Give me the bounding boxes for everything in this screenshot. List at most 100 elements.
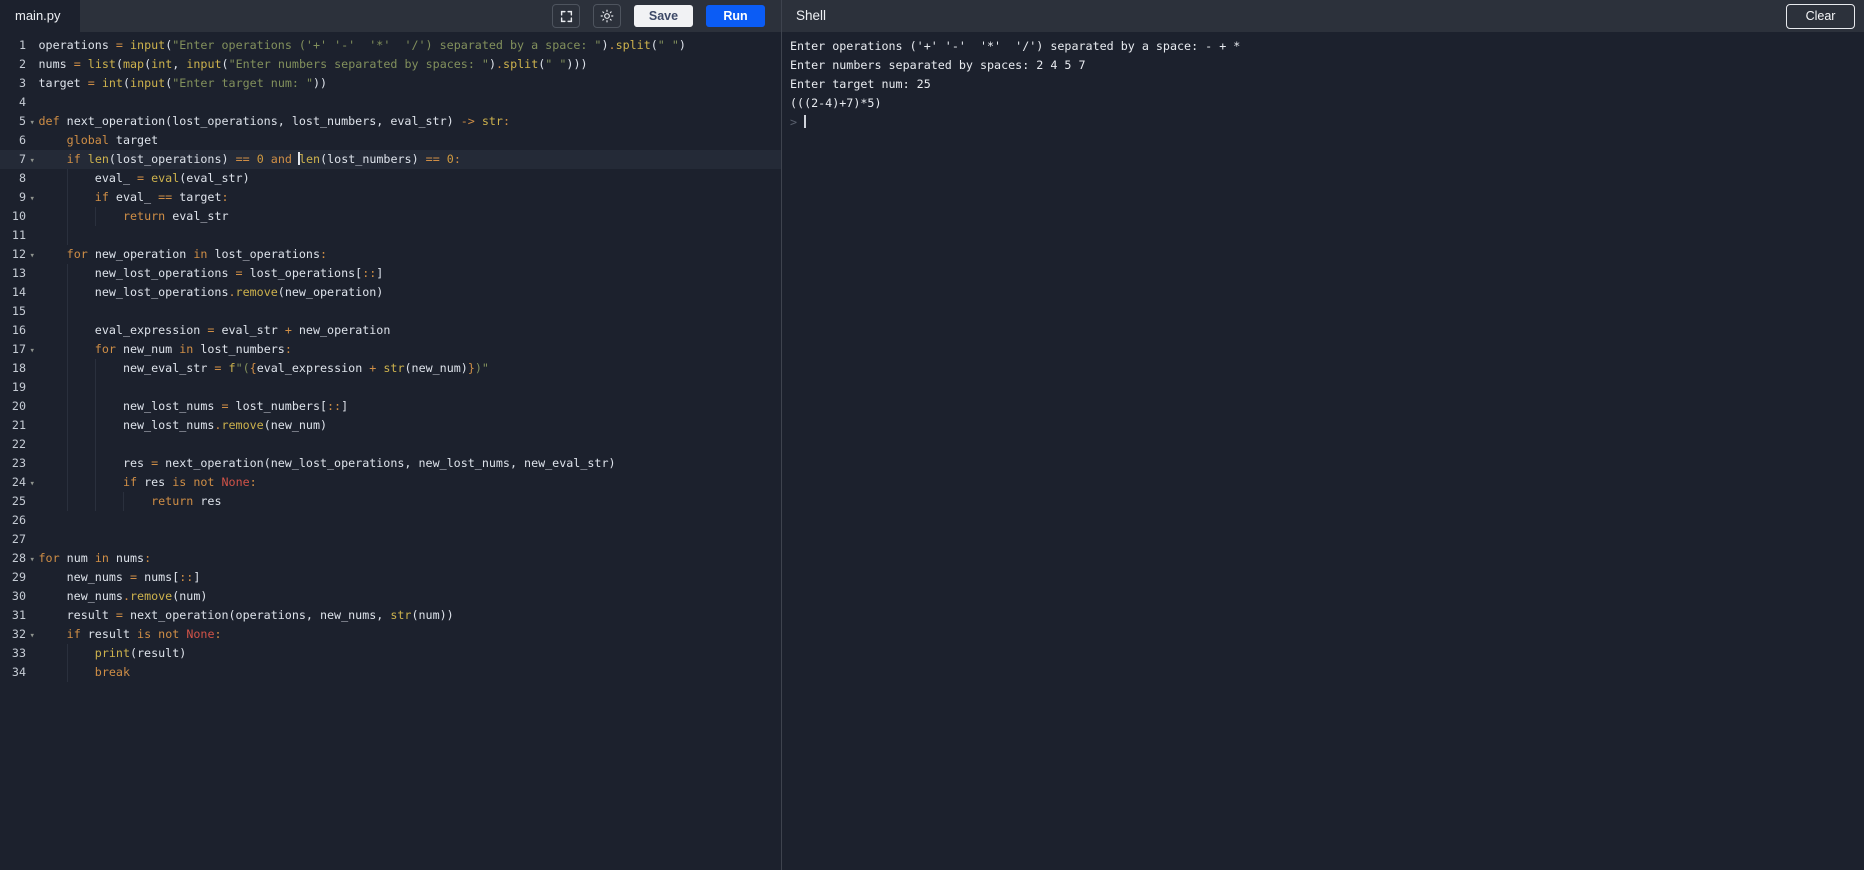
line-number: 10 [11, 209, 26, 223]
save-button[interactable]: Save [634, 5, 693, 27]
line-number: 22 [11, 437, 26, 451]
line-number: 23 [11, 456, 26, 470]
code-line[interactable]: 4 [0, 93, 781, 112]
code-line[interactable]: 16 eval_expression = eval_str + new_oper… [0, 321, 781, 340]
code-line[interactable]: 11 [0, 226, 781, 245]
line-number: 6 [18, 133, 26, 147]
fullscreen-icon [560, 10, 573, 23]
code-line[interactable]: 24 ▾ if res is not None: [0, 473, 781, 492]
fullscreen-button[interactable] [552, 4, 580, 28]
line-number: 19 [11, 380, 26, 394]
code-line[interactable]: 1 operations = input("Enter operations ('… [0, 36, 781, 55]
line-number: 16 [11, 323, 26, 337]
code-line[interactable]: 33 print(result) [0, 644, 781, 663]
indent-guide [66, 169, 68, 188]
code-line[interactable]: 5 ▾ def next_operation(lost_operations, lo… [0, 112, 781, 131]
code-line[interactable]: 22 [0, 435, 781, 454]
code-line[interactable]: 18 new_eval_str = f"({eval_expression + … [0, 359, 781, 378]
code-line[interactable]: 19 [0, 378, 781, 397]
clear-button[interactable]: Clear [1786, 4, 1855, 29]
line-number: 32 [11, 627, 26, 641]
code-line[interactable]: 20 new_lost_nums = lost_numbers[::] [0, 397, 781, 416]
line-number: 20 [11, 399, 26, 413]
code-line[interactable]: 13 new_lost_operations = lost_operations… [0, 264, 781, 283]
code-line[interactable]: 10 return eval_str [0, 207, 781, 226]
indent-guide [66, 492, 68, 511]
indent-guide [94, 492, 96, 511]
code-editor[interactable]: 1 operations = input("Enter operations ('… [0, 32, 781, 870]
code-line[interactable]: 9 ▾ if eval_ == target: [0, 188, 781, 207]
app-window: { "topbar": { "tab": "main.py", "save": … [0, 0, 1864, 870]
indent-guide [66, 473, 68, 492]
line-number: 7 [18, 152, 26, 166]
code-line[interactable]: 29 new_nums = nums[::] [0, 568, 781, 587]
code-line[interactable]: 2 nums = list(map(int, input("Enter numbe… [0, 55, 781, 74]
code-line[interactable]: 23 res = next_operation(new_lost_operati… [0, 454, 781, 473]
code-line[interactable]: 15 [0, 302, 781, 321]
line-number: 34 [11, 665, 26, 679]
line-number: 5 [18, 114, 26, 128]
code-line[interactable]: 25 return res [0, 492, 781, 511]
sun-icon [600, 9, 614, 23]
code-line[interactable]: 12 ▾ for new_operation in lost_operations… [0, 245, 781, 264]
line-number: 27 [11, 532, 26, 546]
shell-line: Enter numbers separated by spaces: 2 4 5… [790, 58, 1086, 72]
indent-guide [94, 435, 96, 454]
indent-guide [66, 435, 68, 454]
code-line[interactable]: 30 new_nums.remove(num) [0, 587, 781, 606]
indent-guide [66, 340, 68, 359]
code-line[interactable]: 28 ▾ for num in nums: [0, 549, 781, 568]
theme-toggle-button[interactable] [593, 4, 621, 28]
line-number: 11 [11, 228, 26, 242]
indent-guide [66, 397, 68, 416]
code-line[interactable]: 32 ▾ if result is not None: [0, 625, 781, 644]
indent-guide [66, 207, 68, 226]
shell-line: Enter operations ('+' '-' '*' '/') separ… [790, 39, 1241, 53]
run-button[interactable]: Run [706, 5, 765, 27]
shell-line: (((2-4)+7)*5) [790, 96, 882, 110]
indent-guide [94, 378, 96, 397]
indent-guide [94, 207, 96, 226]
shell-output[interactable]: Enter operations ('+' '-' '*' '/') separ… [782, 32, 1864, 870]
line-number: 12 [11, 247, 26, 261]
indent-guide [66, 321, 68, 340]
code-line[interactable]: 17 ▾ for new_num in lost_numbers: [0, 340, 781, 359]
line-number: 31 [11, 608, 26, 622]
indent-guide [66, 359, 68, 378]
line-number: 21 [11, 418, 26, 432]
indent-guide [66, 454, 68, 473]
shell-panel-title: Shell [796, 8, 827, 23]
code-line[interactable]: 6 global target [0, 131, 781, 150]
code-line[interactable]: 7 ▾ if len(lost_operations) == 0 and len(… [0, 150, 781, 169]
code-line[interactable]: 8 eval_ = eval(eval_str) [0, 169, 781, 188]
shell-cursor [804, 115, 806, 128]
code-line[interactable]: 31 result = next_operation(operations, n… [0, 606, 781, 625]
line-number: 13 [11, 266, 26, 280]
indent-guide [94, 454, 96, 473]
shell-lines: Enter operations ('+' '-' '*' '/') separ… [790, 37, 1864, 132]
indent-guide [94, 397, 96, 416]
indent-guide [66, 663, 68, 682]
line-number: 33 [11, 646, 26, 660]
indent-guide [66, 416, 68, 435]
indent-guide [66, 378, 68, 397]
line-number: 3 [18, 76, 26, 90]
shell-line: Enter target num: 25 [790, 77, 931, 91]
line-number: 28 [11, 551, 26, 565]
code-line[interactable]: 34 break [0, 663, 781, 682]
code-line[interactable]: 14 new_lost_operations.remove(new_operat… [0, 283, 781, 302]
line-number: 17 [11, 342, 26, 356]
code-line[interactable]: 21 new_lost_nums.remove(new_num) [0, 416, 781, 435]
indent-guide [94, 359, 96, 378]
line-number: 9 [18, 190, 26, 204]
tab-main-py[interactable]: main.py [0, 0, 80, 32]
toolbar: main.py Save Run Shell Clear [0, 0, 1864, 32]
code-line[interactable]: 26 [0, 511, 781, 530]
line-number: 1 [18, 38, 26, 52]
code-line[interactable]: 27 [0, 530, 781, 549]
code-line[interactable]: 3 target = int(input("Enter target num: "… [0, 74, 781, 93]
indent-guide [66, 283, 68, 302]
indent-guide [122, 492, 124, 511]
shell-prompt-line[interactable]: > [790, 113, 1864, 132]
indent-guide [94, 416, 96, 435]
